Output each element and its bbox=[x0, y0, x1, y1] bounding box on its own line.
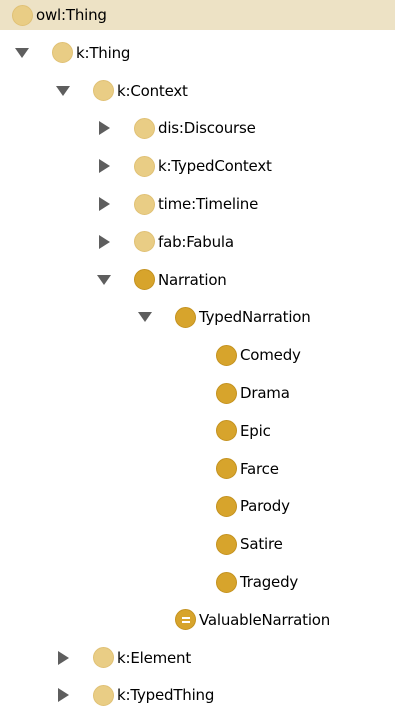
class-label: Satire bbox=[240, 535, 283, 554]
defined-class-icon bbox=[216, 344, 237, 366]
class-label: dis:Discourse bbox=[158, 119, 256, 138]
tree-row-typednarration[interactable]: TypedNarration bbox=[0, 302, 395, 332]
class-label: time:Timeline bbox=[158, 195, 259, 213]
tree-row-k-thing[interactable]: k:Thing bbox=[0, 38, 395, 68]
tree-row-k-context[interactable]: k:Context bbox=[0, 76, 395, 106]
expand-arrow-icon[interactable] bbox=[96, 119, 112, 137]
class-label: TypedNarration bbox=[199, 308, 311, 327]
expand-arrow-icon[interactable] bbox=[55, 686, 71, 704]
class-label: k:Thing bbox=[76, 43, 131, 62]
class-node-narration[interactable]: Narration bbox=[134, 269, 227, 291]
primitive-class-icon bbox=[134, 193, 155, 215]
class-hierarchy-tree: owl:Thing k:Thing k:Context dis:Discourse k:… bbox=[0, 0, 395, 724]
defined-class-icon bbox=[216, 495, 237, 517]
tree-row-epic[interactable]: Epic bbox=[0, 416, 395, 446]
class-node-k-context[interactable]: k:Context bbox=[93, 80, 188, 102]
primitive-class-icon bbox=[134, 155, 155, 177]
class-label: fab:Fabula bbox=[158, 232, 234, 251]
class-node-fab-fabula[interactable]: fab:Fabula bbox=[134, 231, 234, 253]
collapse-arrow-icon[interactable] bbox=[96, 271, 112, 289]
class-label: owl:Thing bbox=[36, 6, 107, 24]
primitive-class-icon bbox=[93, 684, 114, 706]
tree-row-comedy[interactable]: Comedy bbox=[0, 340, 395, 370]
defined-class-icon bbox=[216, 420, 237, 442]
class-node-dis-discourse[interactable]: dis:Discourse bbox=[134, 117, 256, 139]
class-label: Drama bbox=[240, 384, 290, 402]
class-node-time-timeline[interactable]: time:Timeline bbox=[134, 193, 258, 215]
primitive-class-icon bbox=[134, 231, 155, 253]
equivalent-class-icon bbox=[175, 609, 196, 631]
primitive-class-icon bbox=[52, 42, 73, 64]
primitive-class-icon bbox=[93, 647, 114, 669]
class-node-comedy[interactable]: Comedy bbox=[216, 344, 301, 366]
defined-class-icon bbox=[134, 269, 155, 291]
defined-class-icon bbox=[216, 533, 237, 555]
tree-row-satire[interactable]: Satire bbox=[0, 529, 395, 559]
class-node-tragedy[interactable]: Tragedy bbox=[216, 571, 298, 593]
class-label: k:Element bbox=[117, 648, 192, 667]
tree-row-narration[interactable]: Narration bbox=[0, 265, 395, 295]
class-node-k-typedthing[interactable]: k:TypedThing bbox=[93, 684, 214, 706]
class-label: Farce bbox=[240, 459, 279, 478]
collapse-arrow-icon[interactable] bbox=[137, 308, 153, 326]
primitive-class-icon bbox=[12, 4, 33, 26]
defined-class-icon bbox=[175, 306, 196, 328]
class-node-farce[interactable]: Farce bbox=[216, 458, 279, 480]
class-label: ValuableNarration bbox=[199, 610, 331, 629]
class-node-drama[interactable]: Drama bbox=[216, 382, 290, 404]
class-node-parody[interactable]: Parody bbox=[216, 495, 290, 517]
class-label: Parody bbox=[240, 497, 290, 516]
tree-row-fab-fabula[interactable]: fab:Fabula bbox=[0, 227, 395, 257]
tree-row-time-timeline[interactable]: time:Timeline bbox=[0, 189, 395, 219]
tree-row-owl-thing[interactable]: owl:Thing bbox=[0, 0, 395, 30]
class-label: k:Context bbox=[117, 81, 188, 100]
expand-arrow-icon[interactable] bbox=[96, 195, 112, 213]
collapse-arrow-icon[interactable] bbox=[55, 82, 71, 100]
tree-row-parody[interactable]: Parody bbox=[0, 491, 395, 521]
tree-row-k-typedcontext[interactable]: k:TypedContext bbox=[0, 151, 395, 181]
tree-row-dis-discourse[interactable]: dis:Discourse bbox=[0, 113, 395, 143]
class-label: Comedy bbox=[240, 346, 301, 365]
class-node-epic[interactable]: Epic bbox=[216, 420, 271, 442]
tree-row-drama[interactable]: Drama bbox=[0, 378, 395, 408]
class-node-k-typedcontext[interactable]: k:TypedContext bbox=[134, 155, 272, 177]
class-node-valuablenarration[interactable]: ValuableNarration bbox=[175, 609, 330, 631]
class-node-satire[interactable]: Satire bbox=[216, 533, 283, 555]
class-label: k:TypedContext bbox=[158, 157, 272, 176]
expand-arrow-icon[interactable] bbox=[96, 233, 112, 251]
class-label: Epic bbox=[240, 421, 271, 440]
defined-class-icon bbox=[216, 571, 237, 593]
collapse-arrow-icon[interactable] bbox=[14, 44, 30, 62]
class-label: Narration bbox=[158, 270, 227, 289]
tree-row-k-typedthing[interactable]: k:TypedThing bbox=[0, 680, 395, 710]
class-node-owl-thing[interactable]: owl:Thing bbox=[12, 4, 107, 26]
class-node-k-thing[interactable]: k:Thing bbox=[52, 42, 130, 64]
tree-row-farce[interactable]: Farce bbox=[0, 454, 395, 484]
tree-row-valuablenarration[interactable]: ValuableNarration bbox=[0, 605, 395, 635]
defined-class-icon bbox=[216, 382, 237, 404]
class-node-typednarration[interactable]: TypedNarration bbox=[175, 306, 311, 328]
tree-row-k-element[interactable]: k:Element bbox=[0, 643, 395, 673]
primitive-class-icon bbox=[134, 117, 155, 139]
expand-arrow-icon[interactable] bbox=[96, 157, 112, 175]
class-label: k:TypedThing bbox=[117, 686, 215, 705]
expand-arrow-icon[interactable] bbox=[55, 649, 71, 667]
class-node-k-element[interactable]: k:Element bbox=[93, 647, 191, 669]
primitive-class-icon bbox=[93, 80, 114, 102]
class-label: Tragedy bbox=[240, 573, 299, 591]
tree-row-tragedy[interactable]: Tragedy bbox=[0, 567, 395, 597]
defined-class-icon bbox=[216, 458, 237, 480]
